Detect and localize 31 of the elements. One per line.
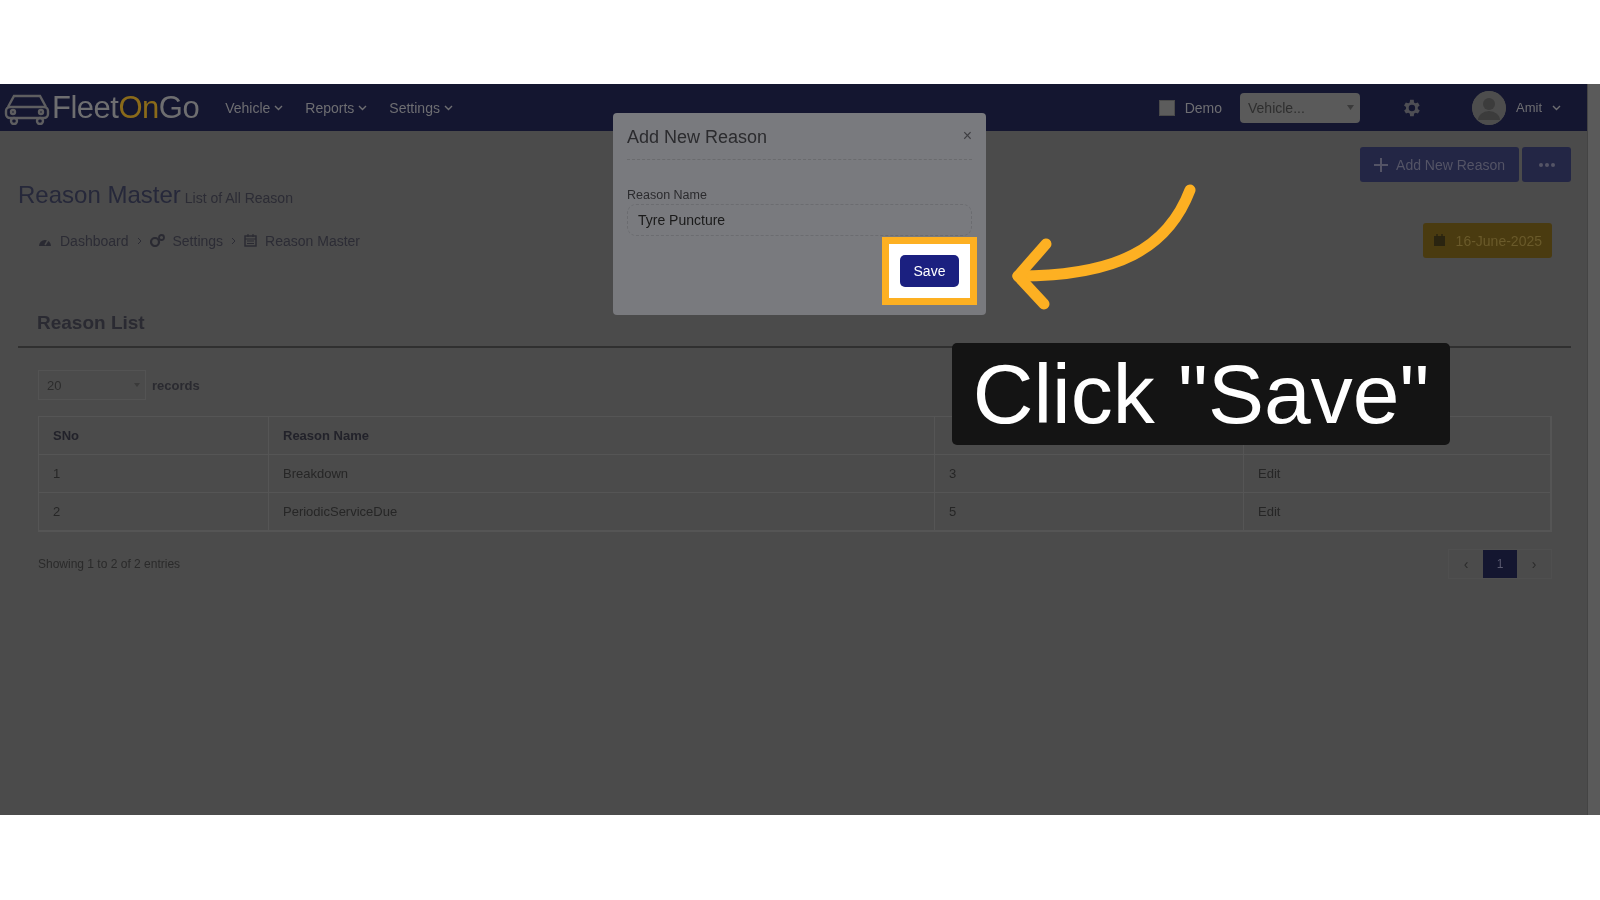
close-button[interactable]: × — [962, 127, 972, 145]
user-name[interactable]: Amit — [1516, 100, 1542, 115]
chevron-icon — [231, 236, 237, 245]
page-button[interactable]: 1 — [1483, 550, 1517, 578]
field-label: Reason Name — [627, 188, 708, 202]
more-icon — [1538, 162, 1555, 167]
caret-icon — [443, 104, 453, 111]
modal-title: Add New Reason — [627, 127, 768, 148]
gears-icon — [149, 234, 165, 247]
scrollbar[interactable] — [1587, 84, 1600, 815]
plus-icon — [1374, 157, 1389, 172]
save-button[interactable]: Save — [900, 255, 959, 287]
demo-label: Demo — [1184, 99, 1222, 116]
nav-menu-item[interactable]: Settings — [389, 99, 453, 116]
calendar-icon — [244, 234, 258, 247]
caret-icon[interactable] — [1552, 104, 1561, 111]
caret-icon — [358, 104, 368, 111]
calendar-icon — [1432, 234, 1446, 247]
avatar-icon[interactable] — [1472, 90, 1506, 125]
more-options-button[interactable] — [1522, 147, 1571, 182]
next-page-button[interactable]: › — [1517, 550, 1551, 578]
caret-icon — [274, 104, 284, 111]
nav-menu-item[interactable]: Vehicle — [225, 99, 284, 116]
callout-tooltip: Click "Save" — [952, 343, 1450, 445]
reason-name-field[interactable]: Tyre Puncture — [627, 204, 972, 236]
chevron-icon — [136, 236, 142, 245]
previous-page-button[interactable]: ‹ — [1449, 550, 1483, 578]
nav-menu-item[interactable]: Reports — [305, 99, 368, 116]
dropdown-arrow-icon — [1347, 105, 1354, 110]
demo-checkbox[interactable] — [1158, 99, 1175, 116]
logo-text: FleetOnGo — [52, 89, 200, 126]
